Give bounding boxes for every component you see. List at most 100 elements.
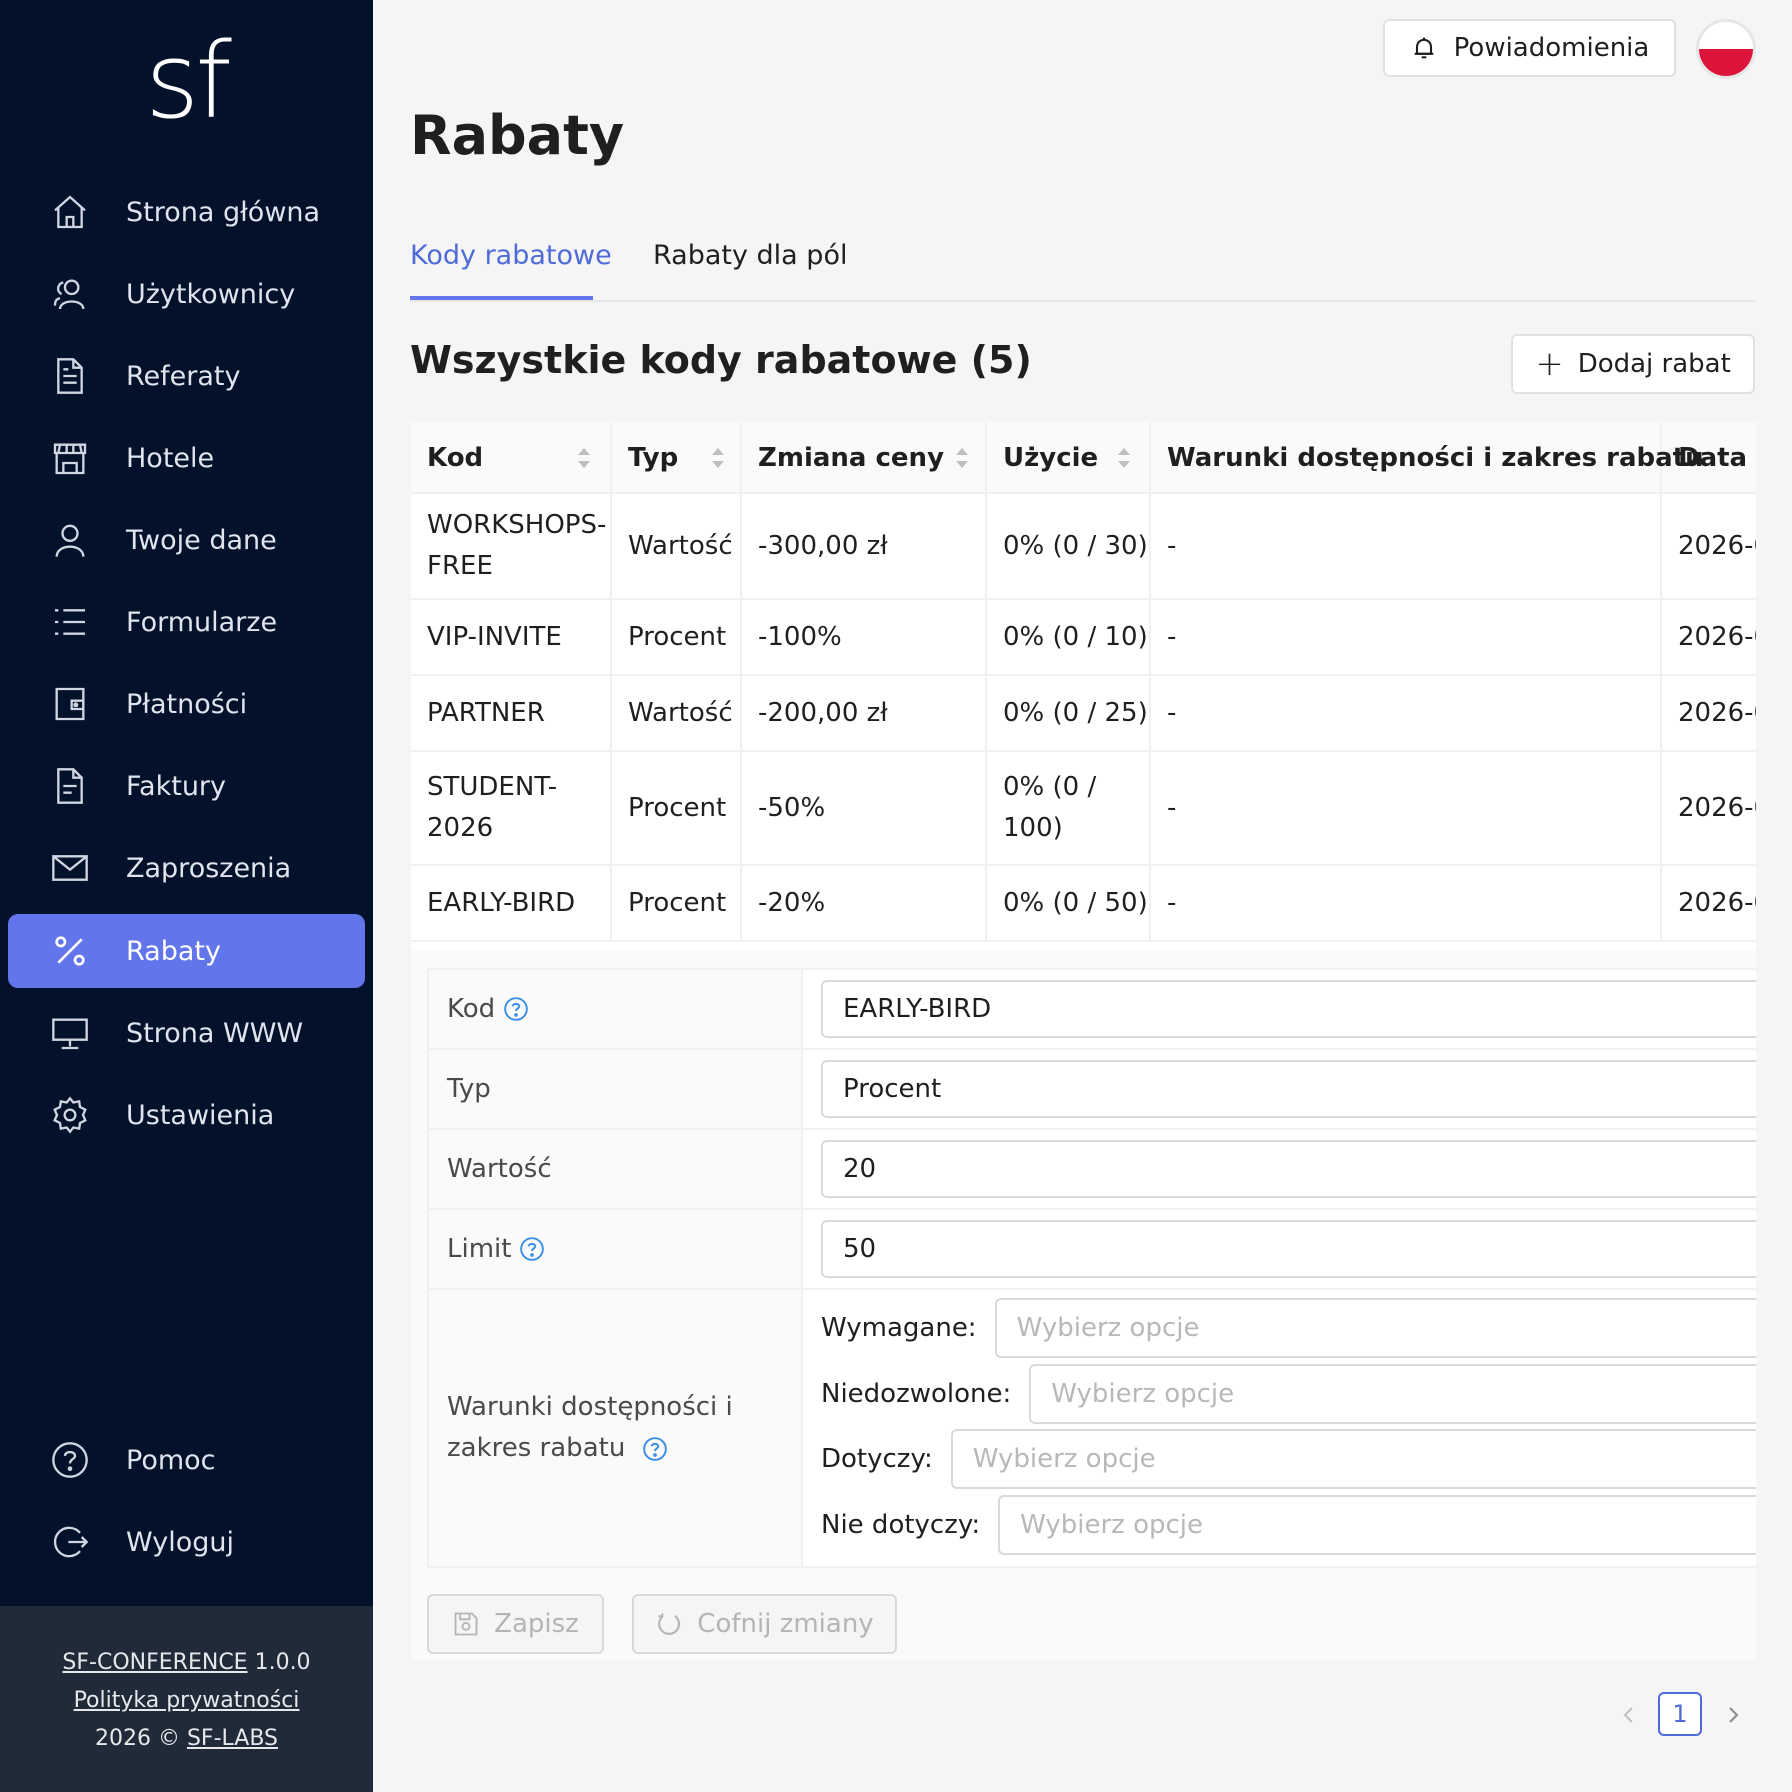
table-row[interactable]: EARLY-BIRD Procent -20% 0% (0 / 50) - 20… bbox=[411, 866, 1756, 942]
sidebar-item-label: Pomoc bbox=[126, 1444, 216, 1476]
sidebar-item-rabaty[interactable]: Rabaty bbox=[8, 914, 365, 988]
add-discount-button[interactable]: + Dodaj rabat bbox=[1511, 334, 1755, 394]
list-icon bbox=[50, 602, 90, 642]
kod-input[interactable]: EARLY-BIRD bbox=[821, 980, 1756, 1038]
typ-label-cell: Typ bbox=[429, 1050, 803, 1130]
sidebar-item-home[interactable]: Strona główna bbox=[8, 175, 365, 249]
cell-warunki: - bbox=[1167, 887, 1177, 918]
sidebar-item-faktury[interactable]: Faktury bbox=[8, 749, 365, 823]
sidebar-item-pomoc[interactable]: Pomoc bbox=[8, 1423, 365, 1497]
warunki-label: Warunki dostępności i zakres rabatu bbox=[447, 1392, 733, 1463]
required-select[interactable]: Wybierz opcje bbox=[994, 1298, 1756, 1358]
app-logo[interactable]: sf bbox=[0, 24, 373, 139]
table-row[interactable]: WORKSHOPS-FREE Wartość -300,00 zł 0% (0 … bbox=[411, 494, 1756, 600]
home-icon bbox=[50, 192, 90, 232]
cell-kod: EARLY-BIRD bbox=[427, 887, 576, 918]
cell-data: 2026-0 bbox=[1678, 697, 1756, 728]
typ-label: Typ bbox=[447, 1074, 491, 1104]
logout-icon bbox=[50, 1522, 90, 1562]
help-circle-icon[interactable] bbox=[642, 1436, 668, 1462]
cell-kod: PARTNER bbox=[427, 697, 545, 728]
column-header-kod[interactable]: Kod bbox=[411, 422, 612, 494]
chevron-left-icon bbox=[1623, 1707, 1633, 1723]
cell-uzycie: 0% (0 / 100) bbox=[1003, 772, 1097, 843]
sidebar-item-twoje-dane[interactable]: Twoje dane bbox=[8, 503, 365, 577]
cell-zmiana: -200,00 zł bbox=[758, 697, 888, 728]
wartosc-value-cell: 20 bbox=[803, 1130, 1756, 1210]
undo-icon bbox=[658, 1613, 681, 1635]
column-header-label: Typ bbox=[628, 443, 679, 473]
footer-privacy-line: Polityka prywatności bbox=[0, 1682, 373, 1720]
cell-typ: Wartość bbox=[628, 530, 733, 561]
wallet-icon bbox=[50, 684, 90, 724]
condition-label: Dotyczy: bbox=[821, 1444, 933, 1474]
sidebar-item-label: Wyloguj bbox=[126, 1526, 234, 1558]
sidebar-item-users[interactable]: Użytkownicy bbox=[8, 257, 365, 331]
column-header-typ[interactable]: Typ bbox=[612, 422, 742, 494]
revert-label: Cofnij zmiany bbox=[697, 1609, 874, 1639]
condition-forbidden-row: Niedozwolone: Wybierz opcje bbox=[821, 1364, 1756, 1424]
cell-kod: WORKSHOPS-FREE bbox=[427, 510, 607, 581]
table-row[interactable]: VIP-INVITE Procent -100% 0% (0 / 10) - 2… bbox=[411, 600, 1756, 676]
wartosc-input[interactable]: 20 bbox=[821, 1140, 1756, 1198]
sidebar-item-ustawienia[interactable]: Ustawienia bbox=[8, 1078, 365, 1152]
help-circle-icon[interactable] bbox=[519, 1236, 545, 1262]
sort-icon[interactable] bbox=[709, 444, 727, 472]
sort-icon[interactable] bbox=[1115, 444, 1133, 472]
kod-label-cell: Kod bbox=[429, 970, 803, 1050]
notifications-button[interactable]: Powiadomienia bbox=[1383, 19, 1676, 77]
typ-value-cell: Procent bbox=[803, 1050, 1756, 1130]
cell-typ: Procent bbox=[628, 887, 727, 918]
typ-select[interactable]: Procent bbox=[821, 1060, 1756, 1118]
help-circle-icon[interactable] bbox=[503, 996, 529, 1022]
pl-flag-icon[interactable] bbox=[1696, 19, 1756, 79]
tab-rabaty-dla-pol[interactable]: Rabaty dla pól bbox=[653, 240, 847, 271]
users-icon bbox=[50, 274, 90, 314]
column-header-uzycie[interactable]: Użycie bbox=[987, 422, 1151, 494]
column-header-data: Data u bbox=[1678, 443, 1756, 473]
warunki-label-wrap: Warunki dostępności i zakres rabatu bbox=[447, 1387, 747, 1469]
percent-icon bbox=[50, 931, 90, 971]
monitor-icon bbox=[50, 1013, 90, 1053]
tabs: Kody rabatowe Rabaty dla pól bbox=[410, 240, 1755, 302]
condition-label: Nie dotyczy: bbox=[821, 1510, 981, 1540]
warunki-label-cell: Warunki dostępności i zakres rabatu bbox=[429, 1290, 803, 1566]
applies-select[interactable]: Wybierz opcje bbox=[950, 1429, 1756, 1489]
pagination-next[interactable] bbox=[1724, 1700, 1744, 1730]
table-row[interactable]: STUDENT-2026 Procent -50% 0% (0 / 100) -… bbox=[411, 752, 1756, 866]
save-button[interactable]: Zapisz bbox=[427, 1594, 604, 1654]
pagination-page-current[interactable]: 1 bbox=[1658, 1692, 1702, 1736]
footer-version-line: SF-CONFERENCE 1.0.0 bbox=[0, 1644, 373, 1682]
sidebar-item-strona-www[interactable]: Strona WWW bbox=[8, 996, 365, 1070]
revert-button[interactable]: Cofnij zmiany bbox=[632, 1594, 897, 1654]
cell-zmiana: -20% bbox=[758, 887, 826, 918]
sidebar-item-wyloguj[interactable]: Wyloguj bbox=[8, 1505, 365, 1579]
cell-data: 2026-0 bbox=[1678, 887, 1756, 918]
sidebar-item-formularze[interactable]: Formularze bbox=[8, 585, 365, 659]
notifications-label: Powiadomienia bbox=[1453, 33, 1650, 63]
company-link[interactable]: SF-LABS bbox=[187, 1726, 278, 1751]
sidebar-item-label: Hotele bbox=[126, 442, 215, 474]
wartosc-label: Wartość bbox=[447, 1154, 552, 1184]
forbidden-select[interactable]: Wybierz opcje bbox=[1029, 1364, 1756, 1424]
save-label: Zapisz bbox=[494, 1609, 579, 1639]
flag-red-stripe bbox=[1699, 49, 1753, 76]
sort-icon[interactable] bbox=[575, 444, 593, 472]
cell-data: 2026-0 bbox=[1678, 530, 1756, 561]
pagination-prev[interactable] bbox=[1618, 1700, 1638, 1730]
not-applies-select[interactable]: Wybierz opcje bbox=[998, 1495, 1756, 1555]
tab-kody-rabatowe[interactable]: Kody rabatowe bbox=[410, 240, 612, 271]
limit-input[interactable]: 50 bbox=[821, 1220, 1756, 1278]
kod-label: Kod bbox=[447, 994, 496, 1024]
sidebar-item-hotele[interactable]: Hotele bbox=[8, 421, 365, 495]
sidebar-item-zaproszenia[interactable]: Zaproszenia bbox=[8, 831, 365, 905]
sidebar-item-referaty[interactable]: Referaty bbox=[8, 339, 365, 413]
product-link[interactable]: SF-CONFERENCE bbox=[62, 1650, 247, 1675]
privacy-link[interactable]: Polityka prywatności bbox=[74, 1688, 300, 1713]
edit-form: Kod EARLY-BIRD Typ Procent Wartość 20 Li… bbox=[427, 968, 1756, 1568]
user-icon bbox=[50, 520, 90, 560]
table-row[interactable]: PARTNER Wartość -200,00 zł 0% (0 / 25) -… bbox=[411, 676, 1756, 752]
sidebar-item-platnosci[interactable]: Płatności bbox=[8, 667, 365, 741]
column-header-zmiana-ceny[interactable]: Zmiana ceny bbox=[742, 422, 987, 494]
sort-icon[interactable] bbox=[953, 444, 971, 472]
